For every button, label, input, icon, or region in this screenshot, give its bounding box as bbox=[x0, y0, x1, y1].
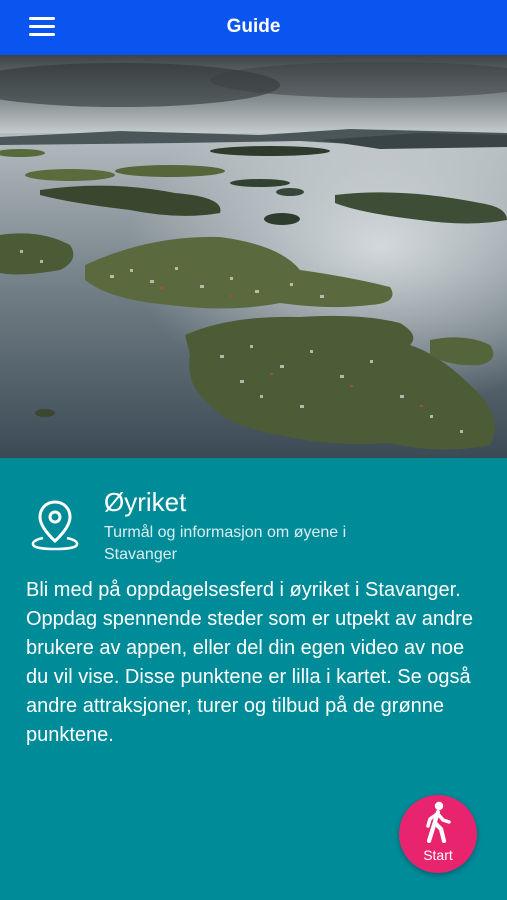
start-button[interactable]: Start bbox=[399, 795, 477, 873]
location-pin-icon bbox=[31, 500, 79, 551]
page-title: Guide bbox=[226, 16, 281, 37]
walking-person-icon bbox=[426, 801, 451, 843]
hero-image bbox=[0, 55, 507, 458]
section-heading: Øyriket bbox=[104, 487, 187, 517]
section-subtitle: Turmål og informasjon om øyene i Stavang… bbox=[104, 524, 347, 563]
start-button-label: Start bbox=[423, 847, 453, 863]
section-description: Bli med på oppdagelsesferd i øyriket i S… bbox=[26, 579, 473, 746]
top-app-bar: Guide bbox=[0, 0, 507, 55]
